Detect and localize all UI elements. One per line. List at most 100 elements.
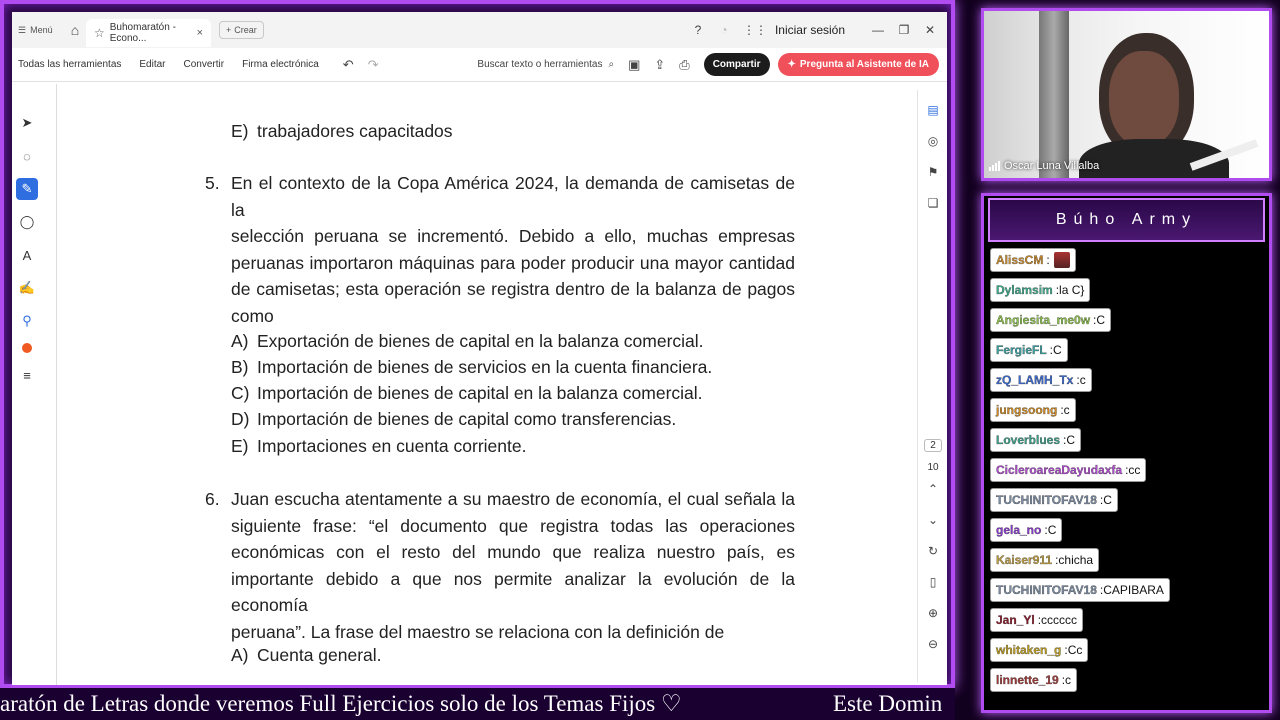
chat-message: TUCHINITOFAV18: CAPIBARA — [990, 578, 1170, 602]
menu-button[interactable]: ☰ Menú — [12, 25, 64, 36]
chat-message: linnette_19: c — [990, 668, 1078, 692]
cursor-icon[interactable]: ➤ — [16, 112, 38, 134]
close-tab-icon[interactable]: × — [197, 27, 203, 39]
minimize-icon[interactable]: — — [871, 23, 885, 37]
ai-assistant-button[interactable]: ✦ Pregunta al Asistente de IA — [777, 53, 939, 76]
chat-text: c — [1079, 373, 1086, 387]
new-tab-button[interactable]: + Crear — [219, 21, 264, 39]
chat-text: cccccc — [1041, 613, 1078, 627]
signature-icon[interactable]: ✍ — [16, 277, 38, 299]
help-icon[interactable]: ? — [691, 23, 705, 37]
chat-text: C — [1047, 523, 1057, 537]
chat-message: gela_no: C — [990, 518, 1063, 542]
chat-text: Cc — [1067, 643, 1083, 657]
ticker-text-a: aratón de Letras donde veremos Full Ejer… — [0, 691, 682, 716]
bell-icon[interactable]: ◔ — [717, 23, 731, 37]
upload-icon[interactable]: ⇪ — [654, 57, 665, 73]
chat-username: Angiesita_me0w — [996, 313, 1091, 327]
all-tools-menu[interactable]: Todas las herramientas — [18, 59, 121, 70]
file-icon[interactable]: ▯ — [930, 566, 937, 597]
chat-title: Búho Army — [988, 198, 1265, 242]
search-icon: ⌕ — [608, 59, 615, 70]
chat-message: Dylamsim: la C} — [990, 278, 1091, 302]
comments-icon[interactable]: ◎ — [928, 125, 938, 156]
question-6-text: Juan escucha atentamente a su maestro de… — [231, 489, 795, 642]
chat-username: zQ_LAMH_Tx — [996, 373, 1074, 387]
chat-text: C — [1096, 313, 1106, 327]
home-icon[interactable]: ⌂ — [64, 22, 86, 38]
chat-username: linnette_19 — [996, 673, 1059, 687]
chat-message: jungsoong: c — [990, 398, 1076, 422]
zoom-out-icon[interactable]: ⊖ — [928, 628, 938, 659]
chat-username: TUCHINITOFAV18 — [996, 493, 1097, 507]
chevron-up-icon[interactable]: ⌃ — [928, 473, 938, 504]
zoom-in-icon[interactable]: ⊕ — [928, 597, 938, 628]
undo-icon[interactable]: ↶ — [343, 57, 354, 73]
ai-summary-icon[interactable]: ▤ — [927, 94, 938, 125]
lasso-icon[interactable]: ◯ — [16, 211, 38, 233]
chat-text: c — [1065, 673, 1072, 687]
comment-icon[interactable]: ◌ — [16, 145, 38, 167]
convert-menu[interactable]: Convertir — [184, 59, 225, 70]
redo-icon[interactable]: ↷ — [368, 57, 379, 73]
ai-icon: ✦ — [787, 59, 796, 70]
chevron-down-icon[interactable]: ⌄ — [928, 504, 938, 535]
apps-grid-icon[interactable]: ⋮⋮ — [743, 23, 767, 37]
q5-option-d: D) Importación de bienes de capital como … — [231, 409, 677, 429]
chat-message: zQ_LAMH_Tx: c — [990, 368, 1092, 392]
q5-option-a: A) Exportación de bienes de capital en la… — [231, 331, 704, 351]
pen-icon[interactable]: ✎ — [16, 178, 38, 200]
bookmark-icon[interactable]: ⚑ — [928, 156, 939, 187]
chat-message: Loverblues: C — [990, 428, 1082, 452]
chat-username: TUCHINITOFAV18 — [996, 583, 1097, 597]
chat-username: jungsoong — [996, 403, 1058, 417]
edit-menu[interactable]: Editar — [139, 59, 165, 70]
question-5-text: En el contexto de la Copa América 2024, … — [231, 173, 795, 326]
chat-username: CicleroareaDayudaxfa — [996, 463, 1123, 477]
pin-icon[interactable]: ⚲ — [16, 310, 38, 332]
chat-username: whitaken_g — [996, 643, 1062, 657]
more-tools-icon[interactable]: ≡ — [16, 364, 38, 386]
ticker-text-b: Este Domin — [833, 691, 943, 716]
esign-menu[interactable]: Firma electrónica — [242, 59, 319, 70]
chat-text: C — [1103, 493, 1112, 507]
pages-icon[interactable]: ❏ — [928, 187, 939, 218]
chat-message: whitaken_g: Cc — [990, 638, 1089, 662]
left-tool-rail: ➤ ◌ ✎ ◯ A ✍ ⚲ ≡ — [12, 96, 42, 396]
search-tools[interactable]: Buscar texto o herramientas ⌕ — [477, 59, 614, 70]
sidebar-divider — [917, 90, 918, 682]
chat-message: TUCHINITOFAV18: C — [990, 488, 1118, 512]
signin-button[interactable]: Iniciar sesión — [775, 23, 845, 37]
share-button[interactable]: Compartir — [703, 53, 770, 76]
chat-message: Jan_Yl: cccccc — [990, 608, 1084, 632]
close-window-icon[interactable]: ✕ — [923, 23, 937, 37]
text-box-icon[interactable]: A — [16, 244, 38, 266]
chat-message: Kaiser911: chicha — [990, 548, 1100, 572]
webcam-feed: Oscar Luna Villalba — [981, 8, 1272, 181]
q6-option-a: A) Cuenta general. — [231, 645, 382, 665]
chat-text: cc — [1128, 463, 1141, 477]
current-page[interactable]: 2 — [924, 439, 942, 452]
pdf-toolbar: Todas las herramientas Editar Convertir … — [12, 48, 947, 82]
print-icon[interactable]: ⎙ — [679, 57, 689, 73]
q5-option-b: B) Importación de bienes de servicios en … — [231, 357, 713, 377]
chat-username: FergieFL — [996, 343, 1047, 357]
chat-username: gela_no — [996, 523, 1042, 537]
q5-option-e: E) Importaciones en cuenta corriente. — [231, 436, 527, 456]
screen-share-frame: ☰ Menú ⌂ ☆ Buhomaratón - Econo... × + Cr… — [0, 0, 955, 688]
color-swatch[interactable] — [22, 343, 32, 353]
webcam-name-tag: Oscar Luna Villalba — [989, 160, 1099, 172]
chat-message: Angiesita_me0w: C — [990, 308, 1112, 332]
chat-message: FergieFL: C — [990, 338, 1068, 362]
hamburger-icon: ☰ — [18, 24, 27, 35]
maximize-icon[interactable]: ❐ — [897, 23, 911, 37]
refresh-icon[interactable]: ↻ — [928, 535, 938, 566]
total-pages: 10 — [927, 462, 939, 473]
tab-document[interactable]: ☆ Buhomaratón - Econo... × — [86, 19, 211, 47]
chat-messages: AlissCM: Dylamsim: la C} Angiesita_me0w: … — [990, 248, 1265, 698]
save-icon[interactable]: ▣ — [628, 57, 640, 73]
browser-tab-bar: ☰ Menú ⌂ ☆ Buhomaratón - Econo... × + Cr… — [12, 12, 947, 48]
tab-title: Buhomaratón - Econo... — [109, 22, 176, 44]
star-icon[interactable]: ☆ — [94, 26, 105, 40]
pdf-page: E) trabajadores capacitados 5. En el cont… — [56, 84, 906, 685]
